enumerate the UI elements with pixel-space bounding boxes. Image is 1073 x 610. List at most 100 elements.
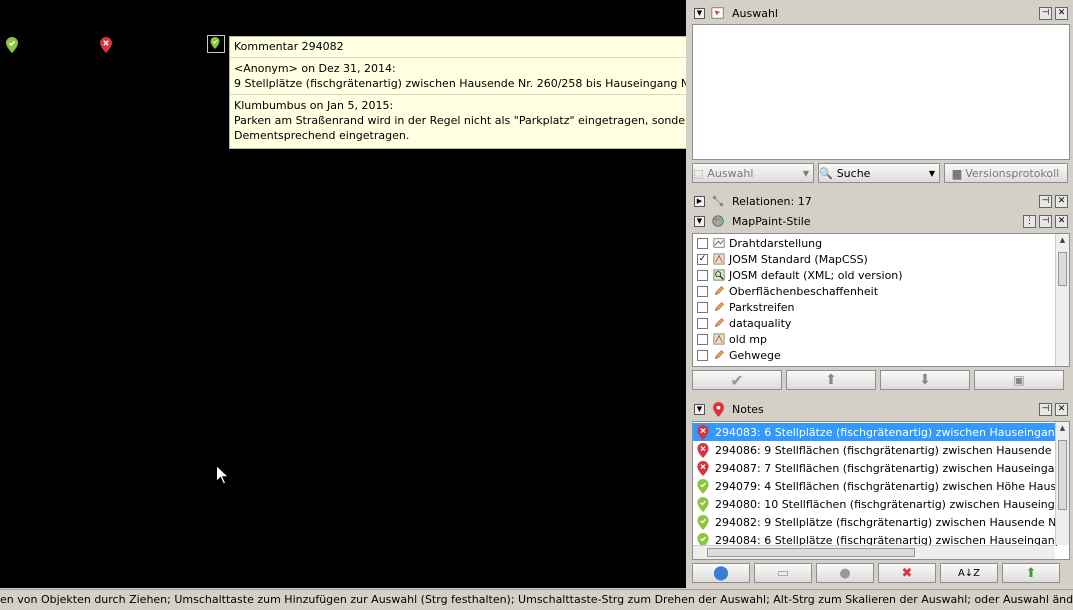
close-button[interactable]: ✕ xyxy=(1055,214,1068,228)
comment-icon: ▭ xyxy=(776,565,790,581)
pencil-icon xyxy=(712,300,726,314)
close-button[interactable]: ✕ xyxy=(1055,6,1068,20)
pin-button[interactable]: ⊣ xyxy=(1039,6,1052,20)
sort-button[interactable]: A↓Z xyxy=(940,563,998,583)
reopen-button[interactable]: ● xyxy=(816,563,874,583)
scroll-thumb[interactable] xyxy=(1058,440,1067,510)
style-checkbox[interactable] xyxy=(697,349,708,361)
note-list-item[interactable]: 294086: 9 Stellflächen (fischgrätenartig… xyxy=(693,441,1057,459)
closed-note-marker[interactable] xyxy=(100,37,112,53)
pin-button[interactable]: ⊣ xyxy=(1039,402,1052,416)
status-text: en von Objekten durch Ziehen; Umschaltta… xyxy=(0,593,1073,606)
style-item[interactable]: Radwege und -spuren xyxy=(693,363,1069,366)
notes-list[interactable]: 294083: 6 Stellplätze (fischgrätenartig)… xyxy=(692,421,1070,560)
select-button[interactable]: ⬚ Auswahl ▼ xyxy=(692,163,814,183)
tooltip-divider xyxy=(230,57,686,58)
style-label: JOSM default (XML; old version) xyxy=(729,268,903,282)
mappaint-toolbar: ✔ ⬆ ⬇ ▣ xyxy=(692,370,1064,390)
style-checkbox[interactable] xyxy=(697,333,708,345)
tooltip-comment-text: Dementsprechend eingetragen. xyxy=(234,129,410,142)
note-label: 294086: 9 Stellflächen (fischgrätenartig… xyxy=(715,443,1057,457)
chevron-down-icon[interactable]: ▼ xyxy=(803,169,809,178)
style-checkbox[interactable] xyxy=(697,317,708,329)
style-checkbox[interactable] xyxy=(697,285,708,297)
scrollbar[interactable]: ▲ xyxy=(1055,422,1069,545)
mappaint-style-list[interactable]: Drahtdarstellung ✓ JOSM Standard (MapCSS) J… xyxy=(692,233,1070,367)
collapse-toggle[interactable]: ▼ xyxy=(694,7,705,19)
style-label: Gehwege xyxy=(729,348,781,362)
note-list-item[interactable]: 294079: 4 Stellflächen (fischgrätenartig… xyxy=(693,477,1057,495)
panel-title: Relationen: 17 xyxy=(732,194,812,208)
style-label: JOSM Standard (MapCSS) xyxy=(729,252,868,266)
open-note-marker[interactable] xyxy=(6,37,18,53)
scrollbar[interactable]: ▲ xyxy=(1055,234,1069,366)
move-up-button[interactable]: ⬆ xyxy=(786,370,876,390)
collapse-toggle[interactable]: ▼ xyxy=(694,215,705,227)
close-button[interactable]: ✕ xyxy=(1055,194,1068,208)
note-tooltip: Kommentar 294082 <Anonym> on Dez 31, 201… xyxy=(229,36,686,149)
style-item[interactable]: old mp xyxy=(693,331,1069,347)
note-list-item[interactable]: 294080: 10 Stellflächen (fischgrätenarti… xyxy=(693,495,1057,513)
style-item[interactable]: dataquality xyxy=(693,315,1069,331)
close-note-button[interactable]: ✖ xyxy=(878,563,936,583)
style-checkbox[interactable] xyxy=(697,301,708,313)
scroll-thumb[interactable] xyxy=(707,548,915,557)
open-note-icon xyxy=(697,496,709,512)
note-label: 294083: 6 Stellplätze (fischgrätenartig)… xyxy=(715,425,1057,439)
style-label: Oberflächenbeschaffenheit xyxy=(729,284,879,298)
move-down-button[interactable]: ⬇ xyxy=(880,370,970,390)
panel-title: Auswahl xyxy=(732,6,778,20)
history-icon: ▆ xyxy=(952,166,962,180)
style-label: Parkstreifen xyxy=(729,300,795,314)
open-note-icon xyxy=(697,514,709,530)
style-item[interactable]: Gehwege xyxy=(693,347,1069,363)
style-item[interactable]: Oberflächenbeschaffenheit xyxy=(693,283,1069,299)
pin-button[interactable]: ⊣ xyxy=(1039,194,1052,208)
style-item[interactable]: ✓ JOSM Standard (MapCSS) xyxy=(693,251,1069,267)
notes-toolbar: ⬤ ▭ ● ✖ A↓Z ⬆ xyxy=(692,563,1060,583)
style-item[interactable]: Drahtdarstellung xyxy=(693,235,1069,251)
comment-button[interactable]: ▭ xyxy=(754,563,812,583)
note-label: 294079: 4 Stellflächen (fischgrätenartig… xyxy=(715,479,1057,493)
selected-note-marker[interactable] xyxy=(207,35,225,53)
activate-button[interactable]: ✔ xyxy=(692,370,782,390)
style-checkbox[interactable] xyxy=(697,237,708,249)
mappaint-icon xyxy=(710,213,726,229)
selection-list[interactable] xyxy=(692,24,1070,160)
note-list-item[interactable]: 294083: 6 Stellplätze (fischgrätenartig)… xyxy=(693,423,1057,441)
scroll-up-icon[interactable]: ▲ xyxy=(1056,422,1069,435)
pin-button[interactable]: ⊣ xyxy=(1039,214,1052,228)
new-note-button[interactable]: ⬤ xyxy=(692,563,750,583)
chevron-down-icon[interactable]: ▼ xyxy=(929,169,935,178)
close-note-icon: ✖ xyxy=(901,565,913,581)
scroll-up-icon[interactable]: ▲ xyxy=(1056,234,1069,247)
horizontal-scrollbar[interactable] xyxy=(693,545,1055,559)
tooltip-comment-header: <Anonym> on Dez 31, 2014: xyxy=(234,62,396,75)
style-settings-icon: ▣ xyxy=(1013,373,1025,387)
selection-panel-titlebar: ▼ Auswahl ⊣ ✕ xyxy=(690,3,1071,23)
open-note-icon xyxy=(697,478,709,494)
note-list-item[interactable]: 294087: 7 Stellflächen (fischgrätenartig… xyxy=(693,459,1057,477)
note-list-item[interactable]: 294082: 9 Stellplätze (fischgrätenartig)… xyxy=(693,513,1057,531)
close-button[interactable]: ✕ xyxy=(1055,402,1068,416)
style-checkbox[interactable] xyxy=(697,269,708,281)
map-view[interactable]: Kommentar 294082 <Anonym> on Dez 31, 201… xyxy=(0,0,686,588)
style-checkbox[interactable] xyxy=(697,365,708,366)
style-settings-button[interactable]: ▣ xyxy=(974,370,1064,390)
style-label: Drahtdarstellung xyxy=(729,236,823,250)
relations-panel-titlebar: ▶ Relationen: 17 ⊣ ✕ xyxy=(690,191,1071,211)
expand-toggle[interactable]: ▶ xyxy=(694,195,705,207)
history-button[interactable]: ▆ Versionsprotokoll xyxy=(944,163,1068,183)
collapse-toggle[interactable]: ▼ xyxy=(694,403,705,415)
search-button[interactable]: 🔍 Suche ▼ xyxy=(818,163,940,183)
scroll-thumb[interactable] xyxy=(1058,252,1067,286)
search-label: Suche xyxy=(836,166,871,180)
notes-panel-titlebar: ▼ Notes ⊣ ✕ xyxy=(690,399,1071,419)
upload-button[interactable]: ⬆ xyxy=(1002,563,1060,583)
style-checkbox[interactable]: ✓ xyxy=(697,253,708,265)
style-item[interactable]: JOSM default (XML; old version) xyxy=(693,267,1069,283)
settings-button[interactable]: ⋮ xyxy=(1023,214,1036,228)
pencil-icon xyxy=(712,348,726,362)
upload-icon: ⬆ xyxy=(1025,565,1037,581)
style-item[interactable]: Parkstreifen xyxy=(693,299,1069,315)
